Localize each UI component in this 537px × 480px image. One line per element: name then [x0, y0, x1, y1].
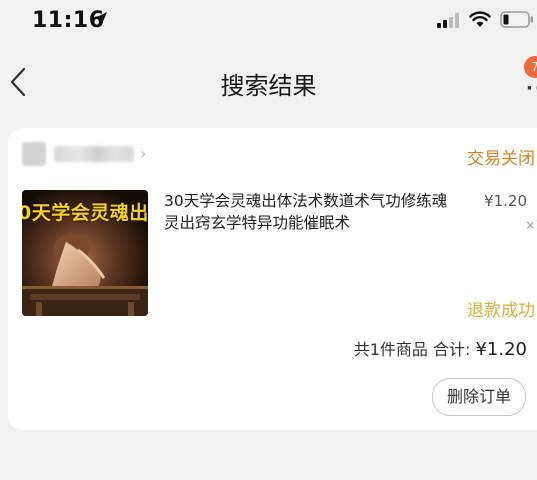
order-summary: 共1件商品 合计: ¥1.20: [354, 336, 527, 360]
page-title: 搜索结果: [220, 72, 317, 100]
order-status: 交易关闭: [467, 149, 535, 169]
chevron-right-icon: ›: [140, 144, 147, 163]
notification-badge: 7: [524, 56, 537, 78]
product-title[interactable]: 30天学会灵魂出体法术数道术气功修练魂灵出窍玄学特异功能催眠术: [164, 190, 448, 234]
summary-total: ¥1.20: [475, 339, 527, 360]
more-dots-icon: ···: [526, 78, 537, 99]
product-quantity: ×1: [525, 218, 537, 232]
shop-name-blurred: [54, 146, 134, 162]
refund-status: 退款成功: [467, 301, 535, 321]
status-bar: 11:16: [0, 0, 537, 44]
more-button[interactable]: 7 ···: [516, 54, 537, 102]
summary-count-text: 共1件商品 合计:: [353, 340, 471, 359]
location-arrow-icon: [95, 12, 107, 25]
wifi-icon: [469, 11, 491, 27]
shop-icon: [22, 142, 46, 166]
order-card: › 交易关闭 0天学会灵魂出 30天学会灵魂出体法术数道术气功修练魂灵出窍玄学特…: [8, 128, 537, 430]
product-price: ¥1.20: [484, 192, 527, 210]
delete-order-button[interactable]: 删除订单: [432, 378, 526, 416]
product-thumbnail[interactable]: 0天学会灵魂出: [22, 190, 148, 316]
nav-bar: 搜索结果 7 ···: [0, 50, 537, 114]
thumbnail-caption: 0天学会灵魂出: [22, 202, 148, 224]
battery-icon: [500, 11, 533, 28]
cellular-signal-icon: [437, 13, 459, 28]
